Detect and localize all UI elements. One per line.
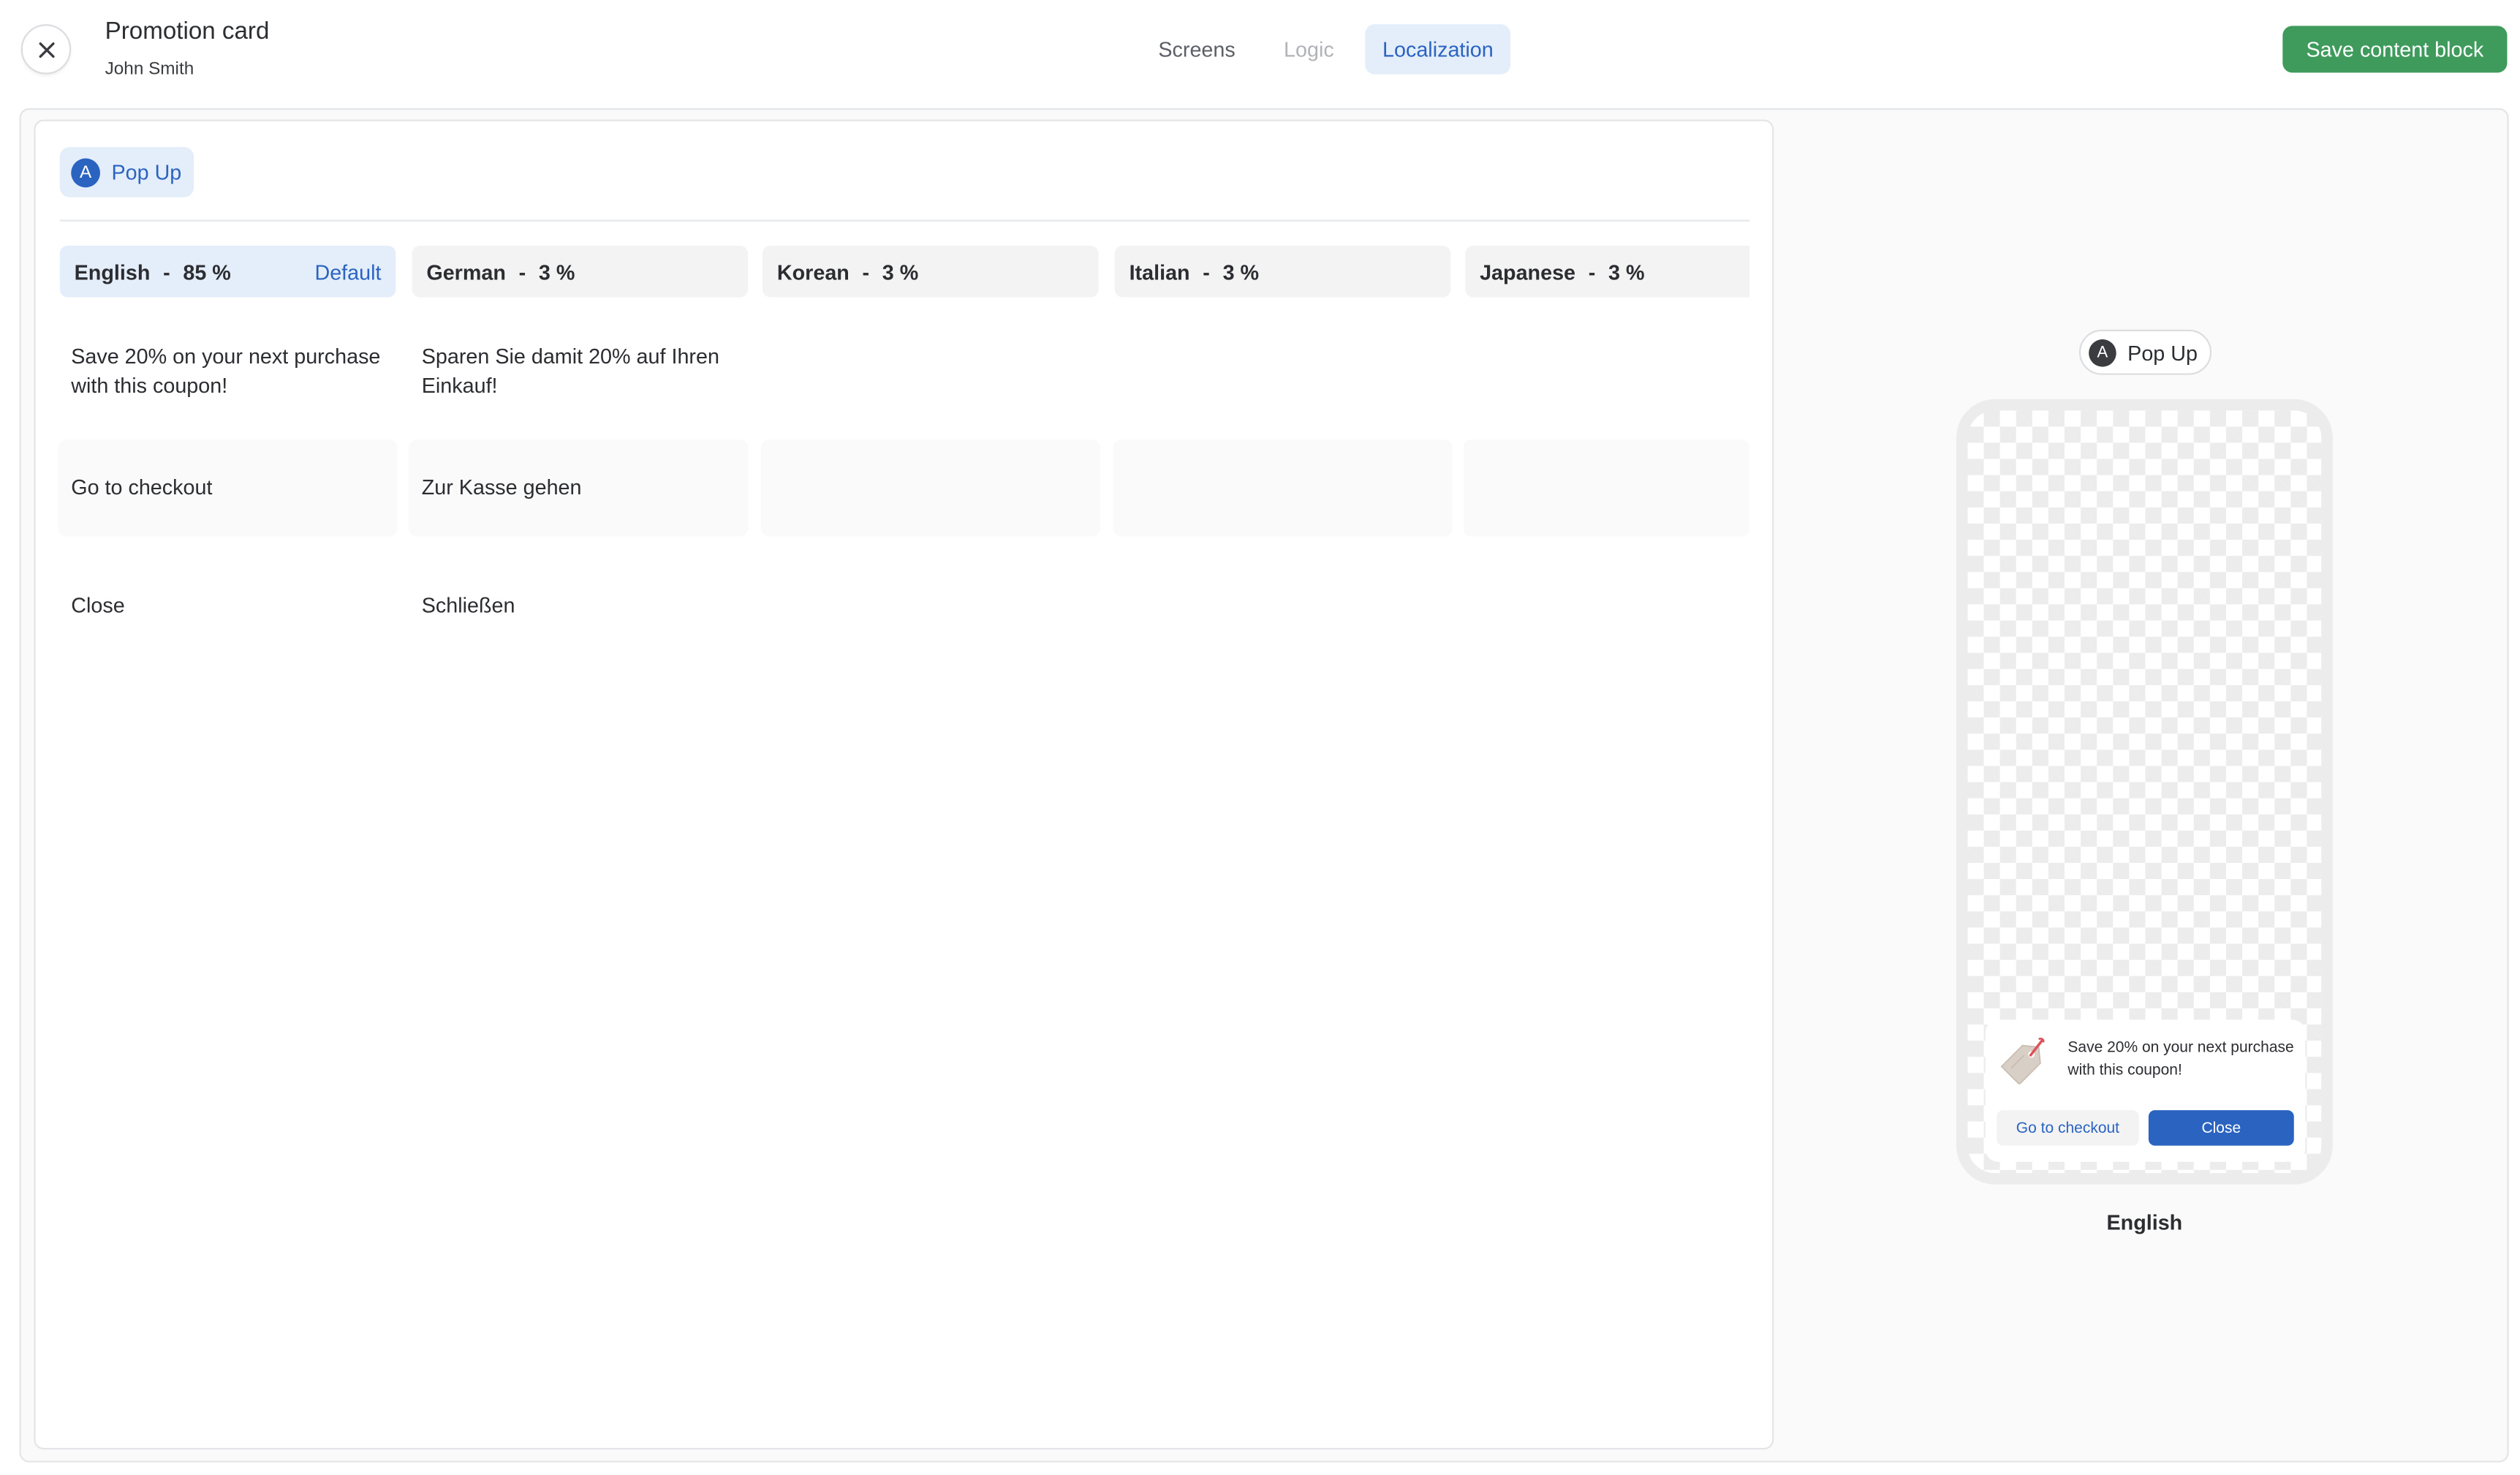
phone-screen: Save 20% on your next purchase with this… <box>1967 410 2322 1174</box>
screen-chip-label: Pop Up <box>111 159 182 184</box>
preview-screen-badge: A <box>2089 338 2116 366</box>
tab-localization[interactable]: Localization <box>1364 24 1512 75</box>
translation-cell[interactable] <box>1113 440 1453 537</box>
screen-badge: A <box>71 157 101 187</box>
save-content-block-button[interactable]: Save content block <box>2282 26 2508 73</box>
language-column-german[interactable]: German - 3 % <box>412 245 749 298</box>
translation-cell[interactable]: Schließen <box>409 577 748 635</box>
localization-editor: A Pop Up English - 85 % Default German -… <box>34 119 1774 1450</box>
popup-close-button[interactable]: Close <box>2148 1110 2294 1146</box>
language-separator: - <box>1203 259 1210 284</box>
popup-card: Save 20% on your next purchase with this… <box>1985 1019 2306 1162</box>
translation-cell[interactable] <box>1464 577 1749 635</box>
close-button[interactable] <box>20 24 72 75</box>
tab-screens[interactable]: Screens <box>1140 24 1253 75</box>
language-column-italian[interactable]: Italian - 3 % <box>1114 245 1451 298</box>
language-column-korean[interactable]: Korean - 3 % <box>762 245 1099 298</box>
translation-cell[interactable] <box>1113 577 1452 635</box>
popup-checkout-button[interactable]: Go to checkout <box>1997 1110 2139 1146</box>
translation-cell[interactable] <box>760 440 1100 537</box>
language-percent: 85 % <box>183 259 231 284</box>
translation-cell[interactable] <box>761 577 1100 635</box>
translation-cell[interactable] <box>761 341 1100 402</box>
language-name: English <box>74 259 151 284</box>
translation-cell[interactable]: Close <box>58 577 398 635</box>
owner-name: John Smith <box>105 59 194 80</box>
language-separator: - <box>862 259 870 284</box>
translation-cell[interactable] <box>1463 440 1750 537</box>
coupon-tag-icon <box>2000 1037 2045 1084</box>
default-language-label: Default <box>314 259 382 284</box>
tab-logic[interactable]: Logic <box>1266 24 1352 75</box>
translation-cell[interactable]: Zur Kasse gehen <box>409 440 749 537</box>
divider <box>59 219 1750 222</box>
language-name: Korean <box>776 259 850 284</box>
close-icon <box>38 41 54 57</box>
translation-cell[interactable]: Sparen Sie damit 20% auf Ihren Einkauf! <box>409 341 748 402</box>
preview-screen-label: Pop Up <box>2127 340 2198 365</box>
translation-cell[interactable] <box>1464 341 1749 402</box>
tab-bar: Screens Logic Localization <box>1140 24 1512 75</box>
language-percent: 3 % <box>538 259 575 284</box>
popup-message: Save 20% on your next purchase with this… <box>2067 1038 2294 1080</box>
language-name: Japanese <box>1480 259 1576 284</box>
translation-cell[interactable] <box>1113 341 1452 402</box>
page-title: Promotion card <box>105 18 270 45</box>
language-percent: 3 % <box>1608 259 1645 284</box>
language-name: Italian <box>1129 259 1190 284</box>
language-columns: English - 85 % Default German - 3 % Kore… <box>59 245 1750 298</box>
language-name: German <box>426 259 506 284</box>
language-percent: 3 % <box>1222 259 1260 284</box>
language-column-english[interactable]: English - 85 % Default <box>59 245 396 298</box>
language-separator: - <box>1588 259 1596 284</box>
preview-screen-chip[interactable]: A Pop Up <box>2078 329 2212 375</box>
preview-language-label: English <box>2106 1210 2183 1235</box>
language-column-japanese[interactable]: Japanese - 3 % <box>1465 245 1750 298</box>
language-separator: - <box>518 259 526 284</box>
phone-preview: Save 20% on your next purchase with this… <box>1956 399 2333 1185</box>
screen-chip-pop-up[interactable]: A Pop Up <box>59 147 194 197</box>
language-separator: - <box>163 259 170 284</box>
language-percent: 3 % <box>882 259 919 284</box>
translation-cell[interactable]: Go to checkout <box>58 440 398 537</box>
translation-cell[interactable]: Save 20% on your next purchase with this… <box>58 341 398 402</box>
